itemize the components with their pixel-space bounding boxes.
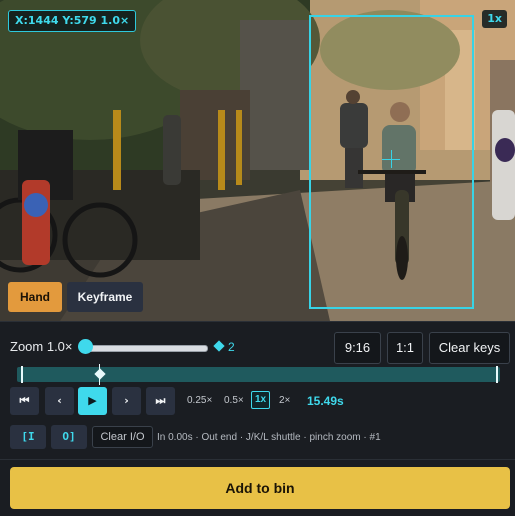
- step-forward-button[interactable]: ›: [112, 387, 141, 415]
- status-text: In 0.00s · Out end · J/K/L shuttle · pin…: [157, 432, 381, 443]
- clear-keys-button[interactable]: Clear keys: [429, 332, 510, 364]
- play-button[interactable]: ▶: [78, 387, 107, 415]
- coordinate-readout: X:1444 Y:579 1.0×: [8, 10, 137, 32]
- divider: [0, 459, 515, 460]
- aspect-9-16-button[interactable]: 9:16: [334, 332, 381, 364]
- rate-2-option[interactable]: 2×: [279, 395, 290, 406]
- zoom-slider-thumb[interactable]: [78, 339, 93, 354]
- rate-1-option[interactable]: 1x: [251, 391, 271, 409]
- go-to-start-button[interactable]: ⏮: [10, 387, 39, 415]
- step-back-button[interactable]: ‹: [45, 387, 74, 415]
- timeline-end-marker: [496, 366, 498, 383]
- timeline-keyframe[interactable]: [94, 368, 106, 380]
- timeline-scrubber[interactable]: [17, 364, 500, 385]
- speed-badge: 1x: [482, 10, 507, 28]
- keyframe-diamond-icon: [213, 340, 225, 352]
- mark-in-button[interactable]: [I: [10, 425, 46, 449]
- clear-io-button[interactable]: Clear I/O: [92, 426, 153, 448]
- rate-0-25-option[interactable]: 0.25×: [187, 395, 212, 406]
- keyframe-mode-button[interactable]: Keyframe: [67, 282, 143, 312]
- go-to-end-button[interactable]: ⏭: [146, 387, 175, 415]
- aspect-1-1-button[interactable]: 1:1: [387, 332, 423, 364]
- current-time: 15.49s: [307, 394, 344, 408]
- zoom-slider-track[interactable]: [84, 345, 208, 352]
- control-panel: Zoom 1.0× 2 9:16 1:1 Clear keys ⏮ ‹ ▶ › …: [0, 321, 515, 516]
- mark-out-button[interactable]: O]: [51, 425, 87, 449]
- hand-mode-button[interactable]: Hand: [8, 282, 62, 312]
- keyframe-count: 2: [228, 340, 235, 354]
- video-viewport[interactable]: X:1444 Y:579 1.0× 1x Hand Keyframe: [0, 0, 515, 321]
- timeline-start-marker: [21, 366, 23, 383]
- crosshair-vertical: [391, 150, 392, 168]
- rate-0-5-option[interactable]: 0.5×: [224, 395, 244, 406]
- zoom-label: Zoom 1.0×: [10, 339, 73, 354]
- add-to-bin-button[interactable]: Add to bin: [10, 467, 510, 509]
